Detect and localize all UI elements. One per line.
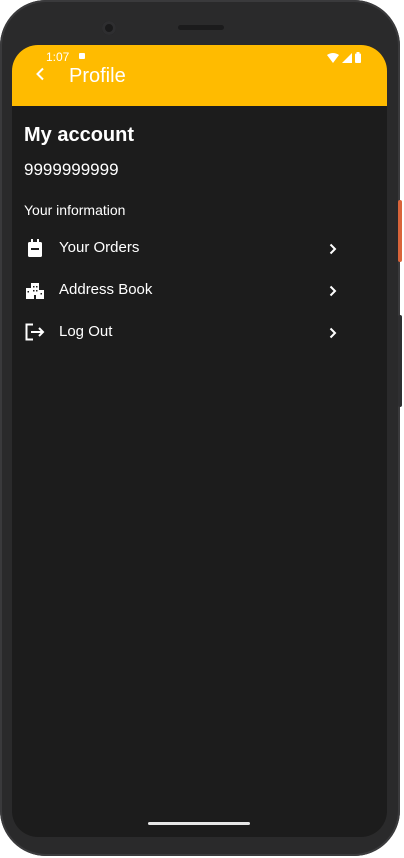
menu-item-label: Address Book [59, 281, 153, 298]
menu-item-label: Your Orders [59, 239, 140, 256]
status-icons [327, 50, 361, 68]
home-indicator[interactable] [148, 822, 250, 825]
menu-item-address-book[interactable]: Address Book [12, 270, 387, 310]
earpiece-speaker [178, 25, 224, 30]
menu-item-your-orders[interactable]: Your Orders [12, 228, 387, 268]
orders-bag-icon [25, 238, 45, 258]
front-camera [102, 21, 116, 35]
signal-icon [342, 50, 352, 68]
phone-number: 9999999999 [24, 160, 119, 179]
chevron-right-icon [326, 241, 340, 257]
phone-frame: 1:07 Profile My account 9999999999 Your … [0, 0, 402, 856]
chevron-right-icon [326, 325, 340, 341]
notification-icon [79, 53, 85, 59]
menu-item-label: Log Out [59, 323, 113, 340]
chevron-left-icon [35, 67, 45, 86]
power-button [398, 200, 402, 262]
chevron-right-icon [326, 283, 340, 299]
volume-button [398, 315, 402, 407]
account-title: My account [24, 124, 135, 146]
app-screen: 1:07 Profile My account 9999999999 Your … [12, 45, 387, 837]
status-time: 1:07 [46, 50, 70, 64]
buildings-icon [25, 280, 45, 300]
page-title: Profile [69, 65, 126, 87]
wifi-icon [327, 50, 339, 68]
battery-icon [355, 50, 361, 68]
logout-icon [25, 322, 45, 342]
menu-item-log-out[interactable]: Log Out [12, 312, 387, 352]
app-bar: 1:07 Profile [12, 45, 387, 106]
section-label: Your information [24, 202, 126, 218]
back-button[interactable] [30, 65, 50, 87]
